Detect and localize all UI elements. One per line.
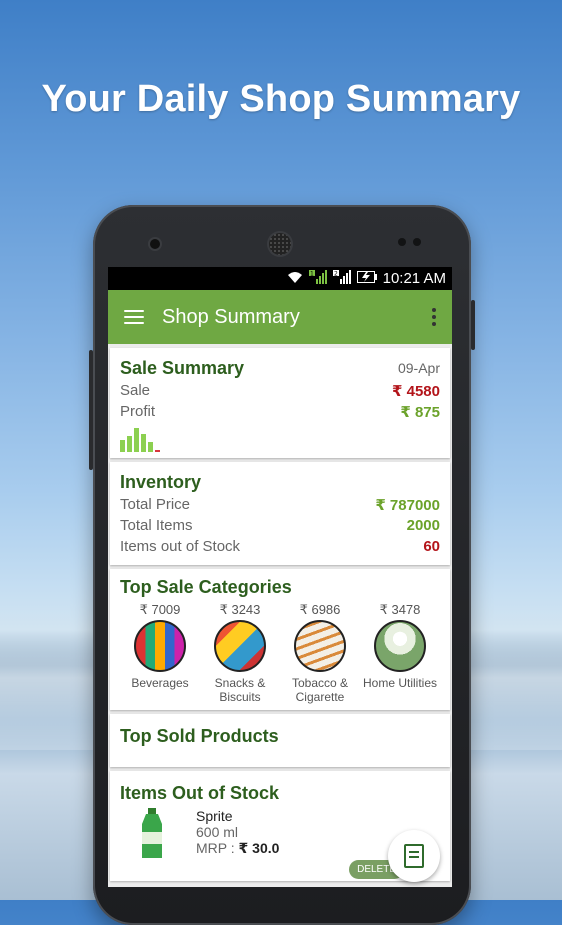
top-sold-card[interactable]: Top Sold Products: [110, 714, 450, 767]
app-title: Shop Summary: [162, 305, 300, 328]
fab-receipt-button[interactable]: [388, 830, 440, 882]
out-of-stock-title: Items Out of Stock: [120, 783, 280, 803]
category-snacks[interactable]: ₹ 3243 Snacks & Biscuits: [200, 602, 280, 704]
category-amount: ₹ 3243: [219, 602, 261, 617]
out-of-stock-label: Items out of Stock: [120, 538, 241, 555]
battery-charging-icon: [356, 271, 377, 286]
overflow-menu-icon[interactable]: [432, 308, 436, 326]
sensor: [398, 238, 406, 246]
sale-value: ₹ 4580: [392, 382, 440, 400]
tobacco-thumbnail: [294, 620, 346, 672]
sale-label: Sale: [120, 382, 151, 399]
category-label: Tobacco & Cigarette: [291, 676, 349, 704]
total-price-label: Total Price: [120, 496, 191, 513]
top-sold-title: Top Sold Products: [120, 726, 279, 746]
sale-summary-card[interactable]: Sale Summary 09-Apr Sale ₹ 4580 Profit ₹…: [110, 348, 450, 458]
volume-button: [89, 350, 93, 470]
app-bar: Shop Summary: [108, 290, 452, 344]
category-label: Beverages: [131, 676, 189, 690]
svg-text:1: 1: [310, 271, 314, 278]
inventory-title: Inventory: [120, 471, 202, 492]
category-amount: ₹ 7009: [139, 602, 181, 617]
signal-sim1-icon: 1: [308, 270, 327, 287]
total-items-value: 2000: [406, 517, 440, 534]
total-price-value: ₹ 787000: [375, 496, 440, 514]
snacks-thumbnail: [214, 620, 266, 672]
profit-label: Profit: [120, 403, 156, 420]
mrp-label: MRP :: [196, 840, 235, 856]
category-tobacco[interactable]: ₹ 6986 Tobacco & Cigarette: [280, 602, 360, 704]
promo-headline: Your Daily Shop Summary: [41, 78, 521, 120]
profit-value: ₹ 875: [400, 403, 440, 421]
total-items-label: Total Items: [120, 517, 193, 534]
product-size: 600 ml: [196, 824, 239, 840]
sensor: [413, 238, 421, 246]
signal-sim2-icon: 2: [332, 270, 351, 287]
beverages-thumbnail: [134, 620, 186, 672]
front-camera: [150, 239, 160, 249]
category-amount: ₹ 3478: [379, 602, 421, 617]
receipt-icon: [404, 844, 424, 868]
earpiece-speaker: [269, 233, 291, 255]
out-of-stock-value: 60: [423, 538, 440, 555]
power-button: [471, 300, 475, 350]
sales-trend-chart-icon: [120, 428, 440, 452]
category-home-utilities[interactable]: ₹ 3478 Home Utilities: [360, 602, 440, 704]
product-image: [120, 808, 190, 858]
category-label: Snacks & Biscuits: [214, 676, 266, 704]
product-name: Sprite: [196, 808, 233, 824]
svg-text:2: 2: [334, 271, 338, 278]
hamburger-menu-icon[interactable]: [124, 310, 144, 324]
status-time: 10:21 AM: [382, 270, 446, 287]
status-bar: 1 2 10:21 AM: [108, 267, 452, 290]
phone-screen: 1 2 10:21 AM Shop Summary Sale Summary 0…: [108, 267, 452, 887]
category-amount: ₹ 6986: [299, 602, 341, 617]
mrp-value: ₹ 30.0: [238, 840, 280, 856]
category-label: Home Utilities: [362, 676, 437, 690]
sale-summary-date: 09-Apr: [397, 360, 440, 376]
top-categories-title: Top Sale Categories: [120, 577, 292, 597]
inventory-card[interactable]: Inventory Total Price ₹ 787000 Total Ite…: [110, 462, 450, 565]
top-categories-card: Top Sale Categories ₹ 7009 Beverages ₹ 3…: [110, 569, 450, 710]
home-utilities-thumbnail: [374, 620, 426, 672]
category-beverages[interactable]: ₹ 7009 Beverages: [120, 602, 200, 704]
sale-summary-title: Sale Summary: [120, 357, 245, 378]
wifi-icon: [287, 271, 303, 287]
